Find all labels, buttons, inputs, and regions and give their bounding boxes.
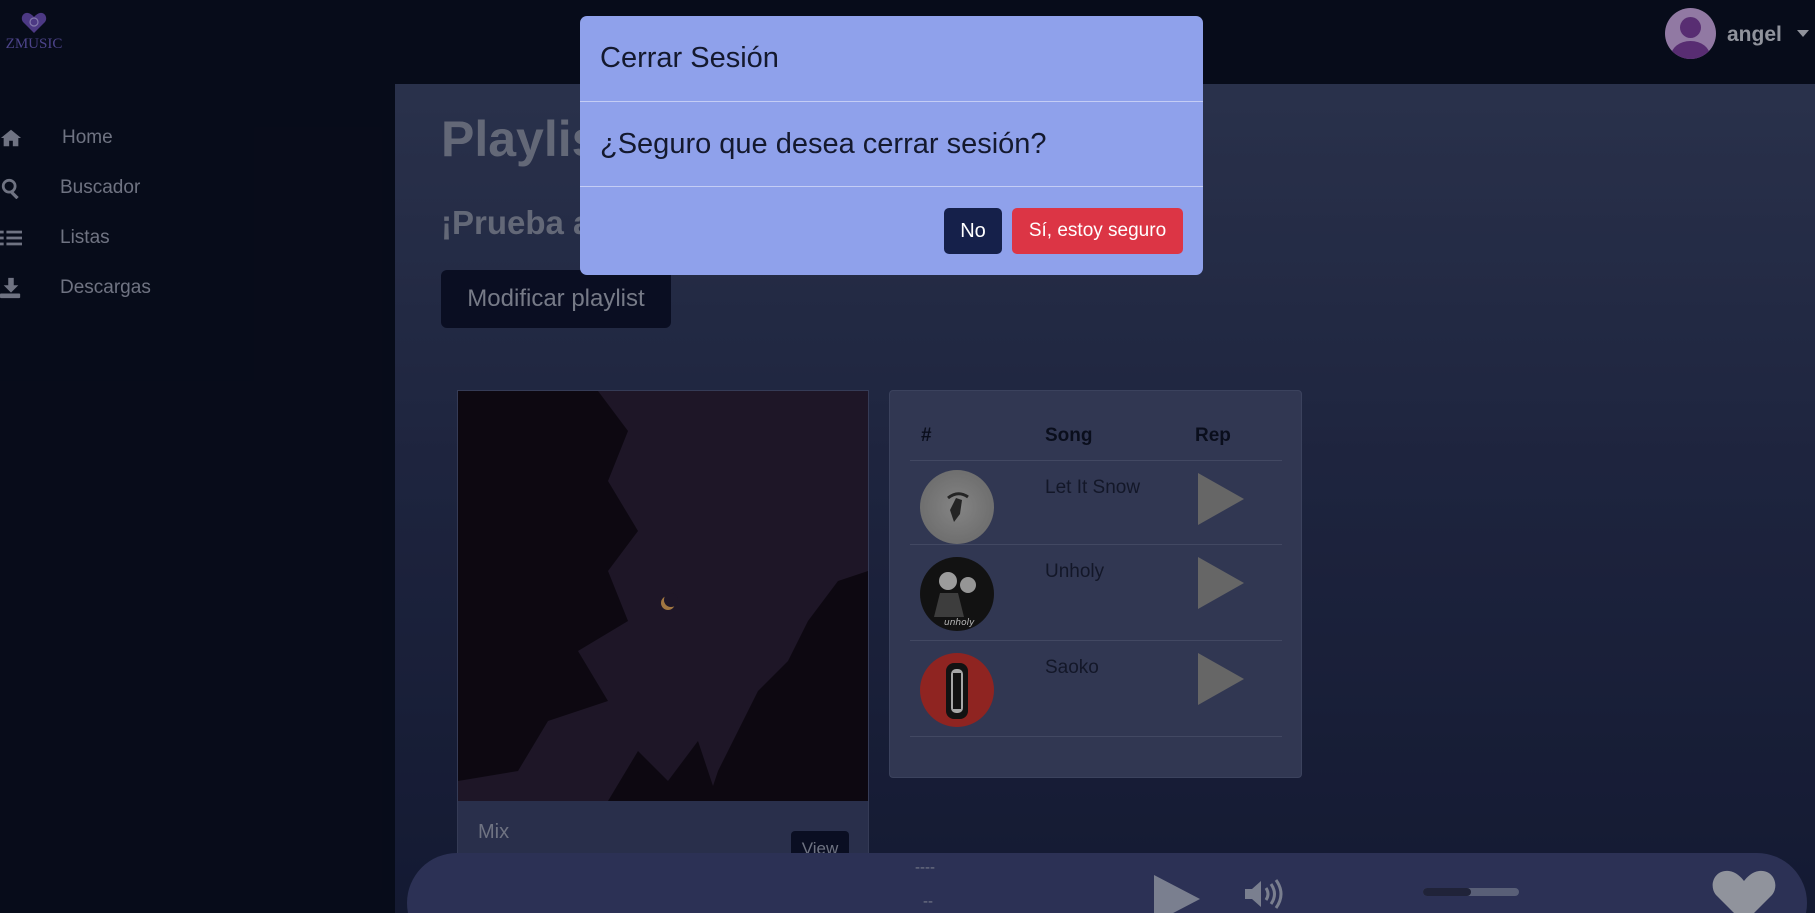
modal-title: Cerrar Sesión <box>600 42 779 74</box>
confirm-logout-button[interactable]: Sí, estoy seguro <box>1012 208 1183 254</box>
modal-divider <box>580 186 1203 187</box>
no-button[interactable]: No <box>944 208 1002 254</box>
modal-divider <box>580 101 1203 102</box>
logout-modal: Cerrar Sesión ¿Seguro que desea cerrar s… <box>580 16 1203 275</box>
modal-message: ¿Seguro que desea cerrar sesión? <box>600 128 1047 160</box>
